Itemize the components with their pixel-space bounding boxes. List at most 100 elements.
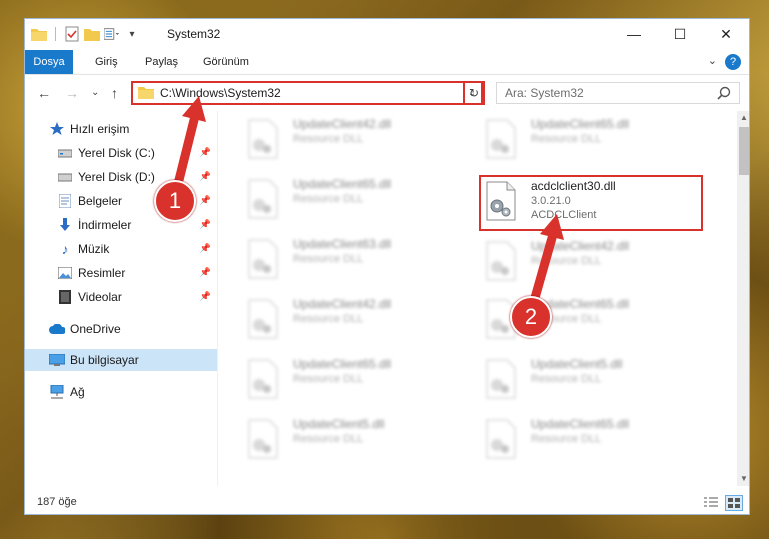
file-list: UpdateClient42.dll Resource DLL UpdateCl… — [217, 111, 737, 486]
file-type: Resource DLL — [293, 133, 364, 145]
tab-share[interactable]: Paylaş — [133, 50, 190, 74]
dll-file-icon — [247, 179, 279, 219]
sidebar-item-label: Resimler — [78, 266, 126, 280]
sidebar-item-label: Hızlı erişim — [70, 122, 130, 136]
pin-icon[interactable]: 📌 — [200, 267, 211, 278]
minimize-button[interactable]: — — [611, 19, 657, 49]
vertical-scrollbar[interactable]: ▲ ▼ — [737, 111, 749, 486]
file-name: UpdateClient65.dll — [293, 177, 392, 191]
scroll-down-icon[interactable]: ▼ — [737, 472, 749, 486]
file-tile[interactable]: UpdateClient42.dll Resource DLL — [481, 235, 717, 291]
dll-file-icon — [485, 119, 517, 159]
details-view-icon[interactable] — [703, 495, 719, 509]
sidebar-item-network[interactable]: Ağ — [49, 381, 217, 403]
sidebar-item-downloads[interactable]: İndirmeler 📌 — [57, 214, 217, 236]
file-tile[interactable]: UpdateClient65.dll Resource DLL — [481, 413, 717, 469]
file-type: Resource DLL — [531, 373, 602, 385]
file-name: UpdateClient63.dll — [293, 237, 392, 251]
dll-file-icon — [247, 419, 279, 459]
scroll-thumb[interactable] — [739, 127, 749, 175]
file-tile[interactable]: UpdateClient63.dll Resource DLL — [243, 233, 479, 289]
help-icon[interactable]: ? — [725, 54, 741, 70]
explorer-window: ▾ System32 — ☐ ✕ Dosya Giriş Paylaş Görü… — [24, 18, 750, 515]
file-name: UpdateClient65.dll — [293, 357, 392, 371]
sidebar-item-label: Yerel Disk (C:) — [78, 146, 155, 160]
file-type: Resource DLL — [531, 255, 602, 267]
back-button[interactable]: ← — [37, 85, 51, 101]
sidebar-item-disk-d[interactable]: Yerel Disk (D:) 📌 — [57, 166, 217, 188]
up-button[interactable]: ↑ — [111, 85, 118, 101]
customize-icon[interactable] — [104, 26, 120, 42]
status-bar: 187 öğe — [25, 491, 749, 514]
file-tile[interactable]: UpdateClient5.dll Resource DLL — [481, 353, 717, 409]
sidebar-item-label: OneDrive — [70, 322, 121, 336]
file-type: Resource DLL — [293, 373, 364, 385]
file-tile[interactable]: UpdateClient42.dll Resource DLL — [243, 293, 479, 349]
pin-icon[interactable]: 📌 — [200, 171, 211, 182]
ribbon-expand-icon[interactable]: ⌄ — [708, 54, 717, 67]
computer-icon — [49, 352, 65, 368]
search-icon[interactable] — [717, 86, 731, 103]
sidebar-item-label: Belgeler — [78, 194, 123, 208]
address-bar[interactable]: C:\Windows\System32 ⌄ — [131, 81, 483, 105]
file-type: Resource DLL — [531, 133, 602, 145]
drive-icon — [57, 169, 73, 185]
sidebar-item-this-pc[interactable]: Bu bilgisayar — [25, 349, 217, 371]
dll-file-icon — [485, 419, 517, 459]
tab-home[interactable]: Giriş — [83, 50, 130, 74]
sidebar-item-videos[interactable]: Videolar 📌 — [57, 286, 217, 308]
title-bar: ▾ System32 — ☐ ✕ — [25, 19, 749, 50]
folder-icon — [31, 26, 47, 42]
sidebar-item-music[interactable]: ♪ Müzik 📌 — [57, 238, 217, 260]
tab-file[interactable]: Dosya — [25, 50, 73, 74]
forward-button[interactable]: → — [65, 85, 79, 101]
properties-icon[interactable] — [64, 26, 80, 42]
address-path[interactable]: C:\Windows\System32 — [160, 86, 463, 100]
file-tile[interactable]: UpdateClient42.dll Resource DLL — [243, 113, 479, 169]
tab-view[interactable]: Görünüm — [191, 50, 261, 74]
recent-dropdown-icon[interactable]: ⌄ — [91, 87, 99, 98]
maximize-button[interactable]: ☐ — [657, 19, 703, 49]
qa-dropdown-icon[interactable]: ▾ — [124, 26, 140, 42]
dll-file-icon — [247, 359, 279, 399]
pin-icon[interactable]: 📌 — [200, 219, 211, 230]
file-tile[interactable]: UpdateClient65.dll Resource DLL — [481, 113, 717, 169]
file-name: UpdateClient42.dll — [293, 297, 392, 311]
file-tile[interactable]: UpdateClient65.dll Resource DLL — [243, 353, 479, 409]
file-name: UpdateClient65.dll — [531, 117, 630, 131]
dll-file-icon — [247, 299, 279, 339]
main-area: Hızlı erişim Yerel Disk (C:) 📌 Yerel Dis… — [25, 111, 749, 486]
window-title: System32 — [167, 27, 221, 41]
file-type: Resource DLL — [293, 313, 364, 325]
close-button[interactable]: ✕ — [703, 19, 749, 49]
tiles-view-icon[interactable] — [725, 495, 743, 511]
file-name: UpdateClient42.dll — [293, 117, 392, 131]
sidebar-item-disk-c[interactable]: Yerel Disk (C:) 📌 — [57, 142, 217, 164]
file-type: Resource DLL — [293, 253, 364, 265]
file-name: UpdateClient65.dll — [531, 417, 630, 431]
refresh-button[interactable]: ↻ — [463, 81, 485, 105]
sidebar-item-label: Videolar — [78, 290, 122, 304]
pin-icon[interactable]: 📌 — [200, 195, 211, 206]
sidebar-item-quick-access[interactable]: Hızlı erişim — [49, 118, 217, 140]
sidebar-item-label: Yerel Disk (D:) — [78, 170, 155, 184]
pin-icon[interactable]: 📌 — [200, 147, 211, 158]
scroll-up-icon[interactable]: ▲ — [737, 111, 749, 125]
step-1-badge: 1 — [154, 180, 196, 222]
sidebar-item-label: İndirmeler — [78, 218, 132, 232]
sidebar-item-pictures[interactable]: Resimler 📌 — [57, 262, 217, 284]
new-folder-icon[interactable] — [84, 26, 100, 42]
search-input[interactable]: Ara: System32 — [496, 82, 740, 104]
pin-icon[interactable]: 📌 — [200, 243, 211, 254]
ribbon-tabs: Dosya Giriş Paylaş Görünüm ⌄ ? — [25, 50, 749, 75]
navigation-bar: ← → ⌄ ↑ C:\Windows\System32 ⌄ ↻ Ara: Sys… — [25, 75, 749, 111]
selection-highlight — [479, 175, 703, 231]
file-tile[interactable]: UpdateClient5.dll Resource DLL — [243, 413, 479, 469]
file-type: Resource DLL — [293, 433, 364, 445]
drive-icon — [57, 145, 73, 161]
sidebar-item-label: Ağ — [70, 385, 85, 399]
file-tile[interactable]: UpdateClient65.dll Resource DLL — [243, 173, 479, 229]
sidebar-item-onedrive[interactable]: OneDrive — [49, 318, 217, 340]
sidebar-item-label: Müzik — [78, 242, 110, 256]
pin-icon[interactable]: 📌 — [200, 291, 211, 302]
